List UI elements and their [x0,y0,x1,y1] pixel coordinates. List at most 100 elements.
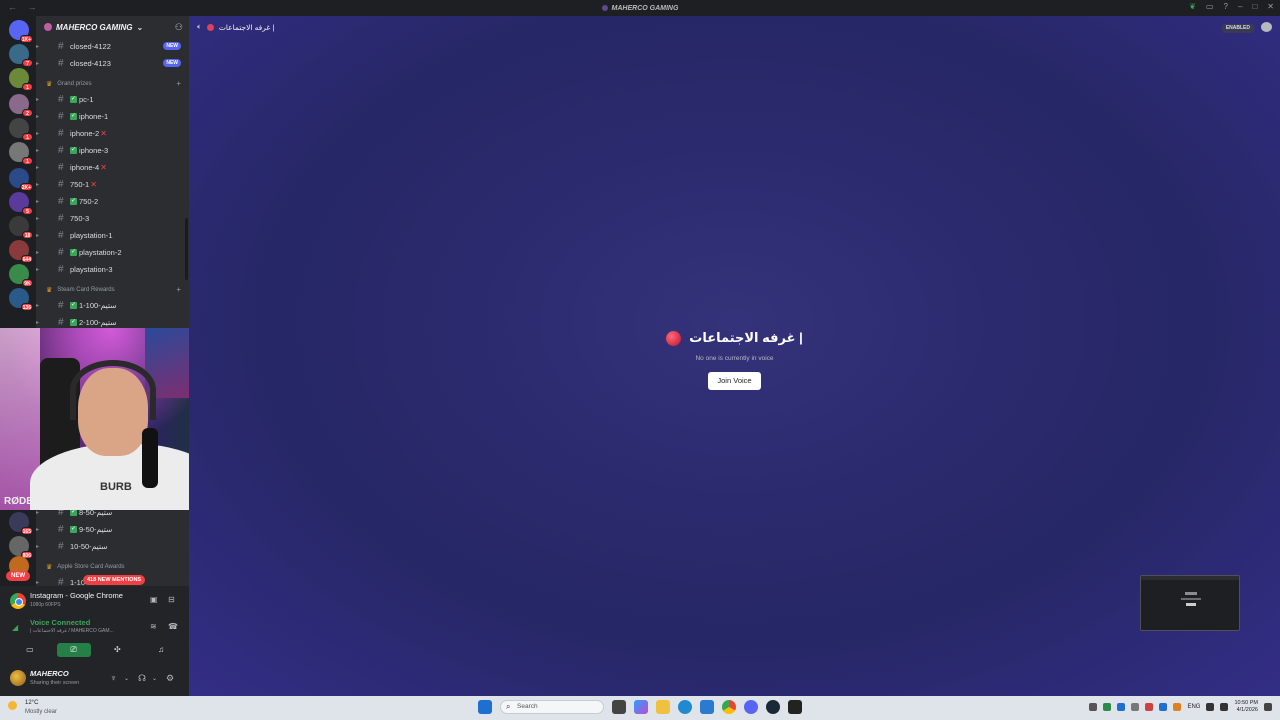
chat-icon[interactable] [1261,22,1272,32]
server-icon-dm[interactable]: 1K+ [9,20,33,43]
activities-button[interactable]: ✣ [100,643,134,657]
voice-status[interactable]: Voice Connected [30,618,90,627]
screen-share-button[interactable]: ⎚ [56,643,91,657]
channel-item[interactable]: ▸ #750-1 ✕ [36,176,189,193]
camera-button[interactable]: ▭ [13,643,47,657]
chevron-right-icon: ▸ [36,216,40,222]
category-apple-awards[interactable]: ♛ Apple Store Card Awards [36,559,189,574]
channel-item[interactable]: ▸ # playstation-1 [36,227,189,244]
system-tray: ENG 10:50 PM 4/1/2026 [1089,700,1272,714]
start-icon[interactable] [478,700,492,714]
stream-preview-row[interactable]: Instagram - Google Chrome 1080p 60FPS ▣ … [8,591,183,611]
tray-icon[interactable] [1103,703,1112,711]
channel-label: pc-1 [79,95,94,104]
new-mentions-pill[interactable]: 418 NEW MENTIONS [83,575,146,585]
maximize-icon[interactable]: □ [1252,2,1257,11]
channel-item[interactable]: ▸ # ✓ iphone-1 [36,108,189,125]
channel-item[interactable]: ▸ # ✓ 9-50-ستيم [36,521,189,538]
minimize-icon[interactable]: – [1238,2,1242,11]
server-icon[interactable]: 7 [9,44,33,67]
channel-item[interactable]: ▸ # iphone-2 ✕ [36,125,189,142]
time: 10:50 PM [1234,700,1258,706]
chevron-down-icon[interactable]: ⌄ [152,675,157,682]
windows-taskbar: 12°C Mostly clear Search ENG 10:50 PM 4/… [0,696,1280,720]
nav-arrows[interactable]: ← → [8,2,41,12]
leaf-icon[interactable]: ❦ [1189,2,1196,11]
file-explorer-icon[interactable] [656,700,670,714]
notification-icon[interactable] [1264,703,1272,711]
discord-taskbar-icon[interactable] [744,700,758,714]
volume-icon[interactable] [1220,703,1229,711]
search-input[interactable]: Search [500,700,604,714]
server-icon[interactable]: 2 [9,94,33,117]
chrome-taskbar-icon[interactable] [722,700,736,714]
noise-suppression-icon[interactable]: ≋ [150,622,157,631]
guild-header[interactable]: MAHERCO GAMING ⌄ ⚇ [36,16,189,38]
server-icon[interactable]: 136 [9,288,33,311]
gear-icon[interactable]: ⚙ [166,673,174,684]
channel-item[interactable]: ▸ #10-50-ستيم [36,538,189,555]
add-channel-icon[interactable]: + [176,285,181,294]
chevron-right-icon: ▸ [36,527,40,533]
channel-closed-4122[interactable]: ▸ # closed-4122 NEW [36,38,189,55]
channel-closed-4123[interactable]: ▸ # closed-4123 NEW [36,55,189,72]
channel-item[interactable]: ▸ # playstation-3 [36,261,189,278]
channel-item[interactable]: ▸ # iphone-4 ✕ [36,159,189,176]
add-channel-icon[interactable]: + [176,79,181,88]
mention-badge: 165 [20,527,33,535]
server-icon[interactable]: 18 [9,216,33,239]
server-icon[interactable]: 5 [9,192,33,215]
tray-icon[interactable] [1089,703,1098,711]
wifi-icon[interactable] [1206,703,1215,711]
tray-icon[interactable] [1145,703,1154,711]
join-voice-button[interactable]: Join Voice [708,371,761,390]
server-icon[interactable]: 1 [9,118,33,141]
store-icon[interactable] [700,700,714,714]
soundboard-button[interactable]: ♫ [144,643,178,657]
voice-channel-name[interactable]: | غرفه الاجتماعات / MAHERCO GAM... [30,628,114,634]
sidebar-scrollbar[interactable] [185,218,188,280]
tray-icon[interactable] [1173,703,1182,711]
clock[interactable]: 10:50 PM 4/1/2026 [1234,700,1258,714]
terminal-icon[interactable] [788,700,802,714]
steam-icon[interactable] [766,700,780,714]
add-member-icon[interactable]: ⚇ [175,22,183,33]
stream-settings-icon[interactable]: ▣ [150,595,158,604]
tray-icon[interactable] [1131,703,1140,711]
channel-item[interactable]: ▸ #750-3 [36,210,189,227]
server-icon[interactable]: 806 [9,536,33,559]
server-icon[interactable]: 2K+ [9,168,33,191]
close-icon[interactable]: ✕ [1267,2,1274,11]
server-icon[interactable]: 1 [9,142,33,165]
copilot-icon[interactable] [634,700,648,714]
channel-item[interactable]: ▸ # ✓ iphone-3 [36,142,189,159]
help-icon[interactable]: ? [1224,2,1228,11]
chevron-right-icon: ▸ [36,97,40,103]
stop-stream-icon[interactable]: ⊟ [168,595,175,604]
channel-item[interactable]: ▸ # ✓ playstation-2 [36,244,189,261]
server-icon[interactable]: 1 [9,68,33,91]
category-grand-prizes[interactable]: ♛ Grand prizes + [36,76,189,91]
channel-label: 9-50-ستيم [79,525,113,534]
enabled-badge[interactable]: ENABLED [1221,24,1254,33]
headphones-icon[interactable]: ☊ [138,673,146,684]
server-icon[interactable]: 165 [9,512,33,535]
inbox-icon[interactable]: ▭ [1206,2,1214,11]
disconnect-icon[interactable]: ☎ [168,622,178,631]
task-view-icon[interactable] [612,700,626,714]
avatar[interactable] [10,670,26,686]
server-icon[interactable]: 644 [9,240,33,263]
microphone-icon[interactable]: ♆ [110,673,117,683]
category-steam-rewards[interactable]: ♛ Steam Card Rewards + [36,282,189,297]
channel-item[interactable]: ▸ # ✓ pc-1 [36,91,189,108]
tray-icon[interactable] [1117,703,1126,711]
channel-item[interactable]: ▸ # ✓ 1-100-ستيم [36,297,189,314]
chevron-down-icon[interactable]: ⌄ [124,675,129,682]
server-icon[interactable]: 9K [9,264,33,287]
new-servers-pill[interactable]: NEW [6,571,30,581]
language-indicator[interactable]: ENG [1187,704,1200,710]
channel-item[interactable]: ▸ # ✓ 750-2 [36,193,189,210]
bluetooth-icon[interactable] [1159,703,1168,711]
stream-thumbnail[interactable] [1140,575,1240,631]
edge-icon[interactable] [678,700,692,714]
